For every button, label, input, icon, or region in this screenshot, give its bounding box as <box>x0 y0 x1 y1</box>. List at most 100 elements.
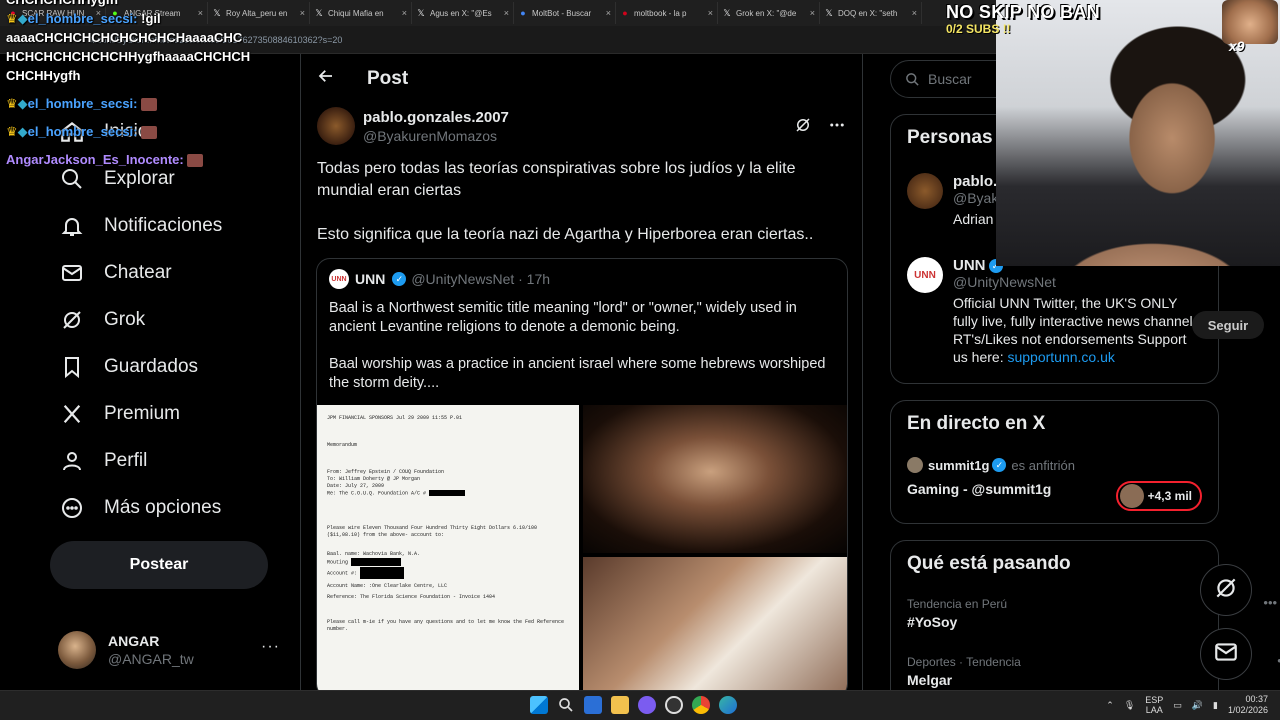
statue-photo[interactable] <box>583 405 847 553</box>
account-handle: @ANGAR_tw <box>108 651 194 667</box>
live-space-title[interactable]: Gaming - @summit1g <box>907 481 1051 497</box>
trend-item[interactable]: Tendencia en Perú #YoSoy ••• <box>907 595 1277 630</box>
redaction-bar <box>351 558 402 567</box>
more-icon[interactable]: ··· <box>261 638 280 656</box>
page-title: Post <box>367 68 409 89</box>
chat-message: AngarJackson_Es_Inocente: <box>6 150 251 169</box>
nav-item-chat[interactable]: Chatear <box>58 251 172 295</box>
account-switcher[interactable]: ANGAR @ANGAR_tw ··· <box>58 624 288 676</box>
post-actions <box>794 116 846 139</box>
language-indicator[interactable]: ESP LAA <box>1145 695 1163 715</box>
more-icon[interactable]: ••• <box>1263 595 1277 610</box>
trend-item[interactable]: Deportes · Tendencia Melgar ••• <box>907 653 1280 688</box>
trends-card: Qué está pasando Tendencia en Perú #YoSo… <box>890 540 1280 710</box>
close-icon[interactable]: × <box>300 8 305 18</box>
live-host[interactable]: summit1g ✓ es anfitrión <box>907 457 1075 473</box>
chrome-icon[interactable] <box>692 696 710 714</box>
person-icon <box>58 447 86 475</box>
messages-fab-button[interactable] <box>1200 628 1252 680</box>
folder-icon[interactable] <box>611 696 629 714</box>
close-icon[interactable]: × <box>606 8 611 18</box>
bookmark-icon <box>58 353 86 381</box>
memo-document-image[interactable]: JPM FINANCIAL SPONSORS Jul 29 2009 11:55… <box>317 405 579 690</box>
nav-item-notifications[interactable]: Notificaciones <box>58 204 222 248</box>
chat-username: el_hombre_secsi: <box>27 124 138 139</box>
nav-label-bookmarks: Guardados <box>104 356 199 377</box>
author-avatar[interactable] <box>317 107 355 145</box>
browser-tab[interactable]: ● moltbook - la p × <box>616 2 718 24</box>
quoted-post[interactable]: UNN UNN ✓ @UnityNewsNet · 17h Baal is a … <box>316 258 848 690</box>
trend-meta: Deportes · Tendencia <box>907 655 1021 669</box>
memo-account-name: Account Name: :One Clearlake Centre, LLC <box>327 582 448 589</box>
back-arrow-icon[interactable] <box>317 67 335 91</box>
memo-bank: Baal. name: Wachovia Bank, N.A. <box>327 551 421 558</box>
nav-item-more-options[interactable]: Más opciones <box>58 486 221 530</box>
crown-icon: ♛ <box>6 124 18 139</box>
nav-label-notifications: Notificaciones <box>104 215 223 236</box>
trend-name: #YoSoy <box>907 614 958 630</box>
cube-icon: ◆ <box>17 124 28 139</box>
grok-icon[interactable] <box>794 116 812 139</box>
close-icon[interactable]: × <box>402 8 407 18</box>
quoted-media-grid: JPM FINANCIAL SPONSORS Jul 29 2009 11:55… <box>317 405 847 690</box>
verified-badge-icon: ✓ <box>992 458 1007 472</box>
discord-icon[interactable] <box>638 696 656 714</box>
post-button[interactable]: Postear <box>50 541 268 589</box>
memo-wire: Please wire Eleven Thousand Four Hundred… <box>327 525 538 539</box>
browser-tab[interactable]: 𝕏 Chiqui Mafia en × <box>310 2 412 24</box>
browser-tab[interactable]: ● MoltBot - Buscar × <box>514 2 616 24</box>
browser-tab[interactable]: 𝕏 DOQ en X: "seth × <box>820 2 922 24</box>
follow-button[interactable]: Seguir <box>1192 311 1264 339</box>
browser-tab-label: Chiqui Mafia en <box>328 8 384 18</box>
browser-tab-label: Agus en X: "@Es <box>430 8 492 18</box>
store-icon[interactable] <box>584 696 602 714</box>
volume-icon[interactable]: 🔊 <box>1192 700 1203 711</box>
close-icon[interactable]: × <box>708 8 713 18</box>
author-handle[interactable]: @ByakurenMomazos <box>363 128 509 144</box>
nav-item-profile[interactable]: Perfil <box>58 439 147 483</box>
listener-count: +4,3 mil <box>1147 489 1192 503</box>
grok-fab-button[interactable] <box>1200 564 1252 616</box>
clock-time: 00:37 <box>1245 694 1268 704</box>
author-name[interactable]: pablo.gonzales.2007 <box>363 109 509 126</box>
chat-message: ♛◆el_hombre_secsi: !gil aaaaCHCHCHCHCHCH… <box>6 9 251 85</box>
trends-card-title: Qué está pasando <box>907 553 1071 574</box>
microphone-icon[interactable]: 🎙 <box>1124 700 1135 711</box>
search-icon[interactable] <box>557 696 575 714</box>
chat-message: ♛◆el_hombre_secsi: <box>6 122 251 141</box>
close-icon[interactable]: × <box>810 8 815 18</box>
memo-title: Memorandum <box>327 442 358 448</box>
grok-icon <box>1213 575 1239 606</box>
grok-icon <box>58 306 86 334</box>
clock[interactable]: 00:37 1/02/2026 <box>1228 694 1268 716</box>
chevron-up-icon[interactable]: ⌃ <box>1106 700 1114 711</box>
nav-label-grok: Grok <box>104 309 146 330</box>
chat-username: el_hombre_secsi: <box>27 11 138 26</box>
quoted-paragraph-1: Baal is a Northwest semitic title meanin… <box>329 300 797 335</box>
more-icon[interactable] <box>828 116 846 139</box>
listener-count-pill[interactable]: +4,3 mil <box>1115 481 1202 511</box>
browser-tab[interactable]: 𝕏 Agus en X: "@Es × <box>412 2 514 24</box>
nav-item-bookmarks[interactable]: Guardados <box>58 345 198 389</box>
people-photo[interactable] <box>583 557 847 690</box>
close-icon[interactable]: × <box>504 8 509 18</box>
battery-icon[interactable]: ▮ <box>1213 700 1218 711</box>
memo-re: Re: The C.O.U.Q. Foundation A/C # <box>327 490 427 497</box>
network-icon[interactable]: ▭ <box>1173 700 1182 711</box>
windows-start-icon[interactable] <box>530 696 548 714</box>
person-avatar <box>907 173 943 209</box>
edge-icon[interactable] <box>719 696 737 714</box>
close-icon[interactable]: × <box>912 8 917 18</box>
memo-to: To: William Doherty @ JP Morgan <box>327 476 421 482</box>
browser-tab[interactable]: 𝕏 Grok en X: "@de × <box>718 2 820 24</box>
post-text: Todas pero todas las teorías conspirativ… <box>301 148 862 246</box>
nav-item-grok[interactable]: Grok <box>58 298 145 342</box>
nav-item-premium[interactable]: Premium <box>58 392 180 436</box>
language-layout: LAA <box>1145 705 1163 715</box>
app-icon[interactable] <box>665 696 683 714</box>
person-row[interactable]: UNN UNN ✓ @UnityNewsNet Official UNN Twit… <box>907 257 1203 366</box>
browser-tab-label: MoltBot - Buscar <box>532 8 592 18</box>
person-bio-link[interactable]: supportunn.co.uk <box>1007 349 1114 365</box>
chat-message: ♛◆el_hombre_secsi: <box>6 94 251 113</box>
crown-icon: ♛ <box>6 11 18 26</box>
